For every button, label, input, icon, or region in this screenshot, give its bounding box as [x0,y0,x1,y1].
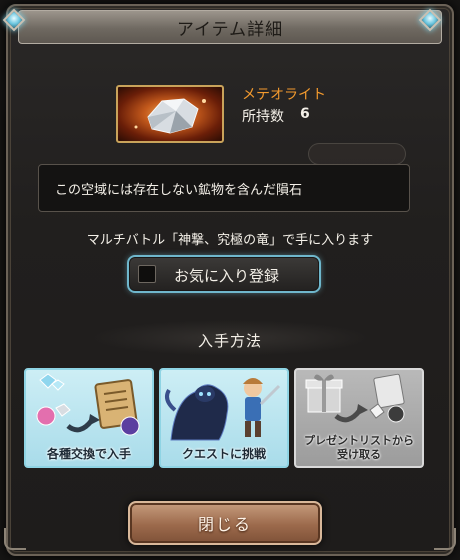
method-label: 各種交換で入手 [46,447,131,461]
close-label: 閉じる [197,515,252,534]
meteorite-crystal-icon [116,85,224,143]
gift-icon [305,373,405,423]
method-label-line: プレゼントリストから [304,434,414,447]
item-description-box: この空域には存在しない鉱物を含んだ隕石 [38,164,410,212]
method-label: クエストに挑戦 [181,447,266,461]
dialog-title: アイテム詳細 [176,19,284,40]
close-button[interactable]: 閉じる [128,501,322,545]
favorite-label: お気に入り登録 [174,267,280,285]
acquisition-title: 入手方法 [197,332,262,350]
favorite-checkbox[interactable] [138,265,156,283]
background-ghost-button [308,143,406,165]
favorite-register-button[interactable]: お気に入り登録 [127,255,321,293]
exchange-icon [36,373,140,436]
quest-characters-icon [165,378,281,441]
owned-count-value: 6 [300,106,310,122]
owned-count-label: 所持数 [242,109,284,125]
item-source-note: マルチバトル「神撃、究極の竜」で手に入ります [86,233,374,248]
method-card-quest[interactable]: クエストに挑戦 [159,368,289,468]
item-name: メテオライト [242,87,326,103]
method-card-exchange[interactable]: 各種交換で入手 [24,368,154,468]
corner-ornament [434,528,456,550]
dialog-title-bar: アイテム詳細 [18,10,442,44]
method-card-gift: プレゼントリストから 受け取る [294,368,424,468]
method-label-line: 受け取る [337,448,381,461]
corner-ornament [4,528,26,550]
item-description: この空域には存在しない鉱物を含んだ隕石 [55,182,303,198]
method-label: プレゼントリストから 受け取る [296,434,422,462]
